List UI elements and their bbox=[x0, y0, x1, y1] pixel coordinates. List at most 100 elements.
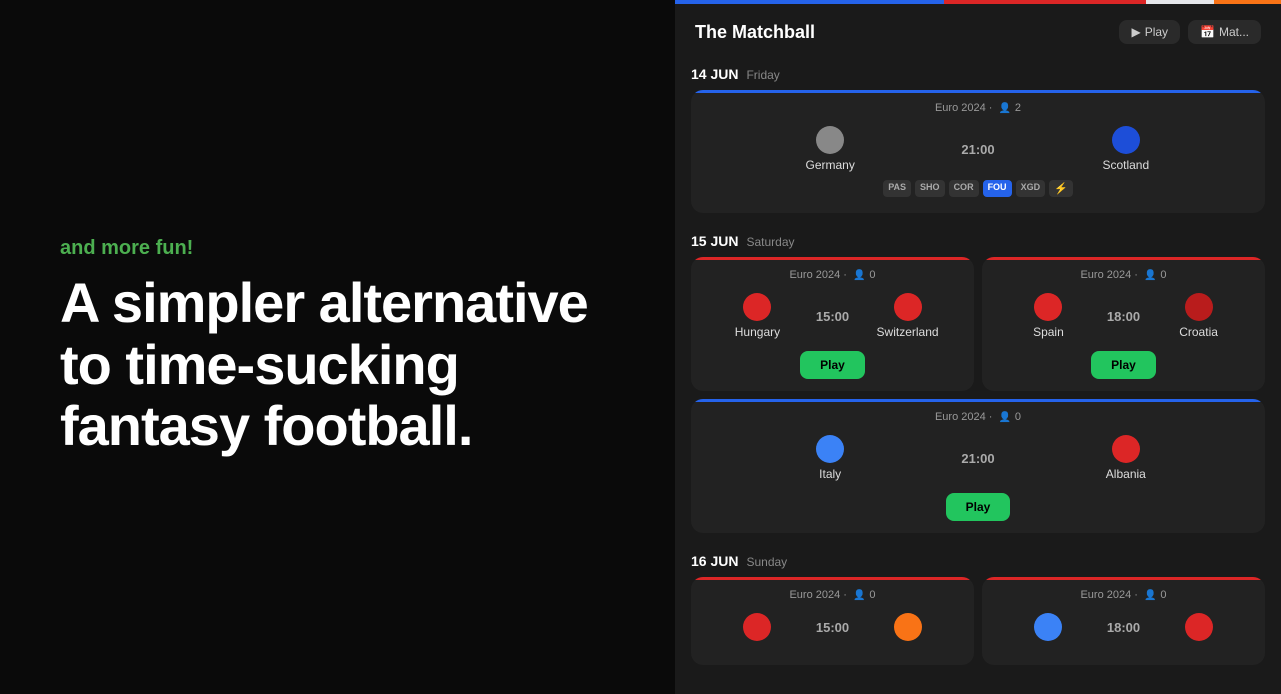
match-card-hungary-switzerland: Euro 2024 · 👤 0 Hungary 15:00 Switzerlan… bbox=[691, 257, 974, 391]
team-circle bbox=[743, 613, 771, 641]
participants-count: 0 bbox=[1160, 589, 1166, 601]
match-card-germany-scotland: Euro 2024 · 👤 2 Germany 21:00 Scotland bbox=[691, 90, 1265, 213]
match-card-16a: Euro 2024 · 👤 0 15:00 bbox=[691, 577, 974, 665]
tag-fou[interactable]: FOU bbox=[983, 180, 1012, 197]
play-nav-button[interactable]: ▶ Play bbox=[1119, 20, 1180, 44]
person-icon: 👤 bbox=[853, 270, 865, 281]
headline: A simpler alternative to time-sucking fa… bbox=[60, 272, 615, 457]
team-switzerland: Switzerland bbox=[857, 293, 958, 339]
play-button-italy-albania[interactable]: Play bbox=[946, 493, 1011, 521]
team-croatia-name: Croatia bbox=[1179, 325, 1218, 339]
participants: 👤 0 bbox=[998, 411, 1021, 423]
date-header-16jun: 16 JUN Sunday bbox=[691, 541, 1265, 577]
match-time: 15:00 bbox=[808, 309, 857, 324]
tagline: and more fun! bbox=[60, 237, 615, 260]
competition-name: Euro 2024 · bbox=[935, 411, 992, 423]
date-weekday: Sunday bbox=[746, 555, 787, 569]
tag-sho[interactable]: SHO bbox=[915, 180, 945, 197]
teams-row: Germany 21:00 Scotland bbox=[707, 126, 1249, 172]
team-circle bbox=[894, 613, 922, 641]
team-16a-2 bbox=[857, 613, 958, 641]
participants-count: 2 bbox=[1015, 102, 1021, 114]
team-16b-1 bbox=[998, 613, 1099, 641]
person-icon: 👤 bbox=[853, 590, 865, 601]
tag-xgd[interactable]: XGD bbox=[1016, 180, 1046, 197]
team-albania-circle bbox=[1112, 435, 1140, 463]
match-row-16jun: Euro 2024 · 👤 0 15:00 bbox=[691, 577, 1265, 665]
match-nav-label: Mat... bbox=[1219, 25, 1249, 39]
team-16b-2 bbox=[1148, 613, 1249, 641]
participants-count: 0 bbox=[1160, 269, 1166, 281]
team-germany: Germany bbox=[707, 126, 953, 172]
team-spain: Spain bbox=[998, 293, 1099, 339]
person-icon: 👤 bbox=[998, 412, 1010, 423]
participants-count: 0 bbox=[869, 589, 875, 601]
tag-cor[interactable]: COR bbox=[949, 180, 979, 197]
participants: 👤 0 bbox=[853, 589, 876, 601]
date-day: 14 JUN bbox=[691, 66, 738, 82]
match-row-14jun: Euro 2024 · 👤 2 Germany 21:00 Scotland bbox=[691, 90, 1265, 213]
tag-lightning[interactable]: ⚡ bbox=[1049, 180, 1073, 197]
teams-row: 15:00 bbox=[707, 613, 958, 641]
match-row-15jun-1: Euro 2024 · 👤 0 Hungary 15:00 Switzerlan… bbox=[691, 257, 1265, 391]
team-scotland-name: Scotland bbox=[1102, 158, 1149, 172]
competition-name: Euro 2024 · bbox=[789, 589, 846, 601]
teams-row: Spain 18:00 Croatia bbox=[998, 293, 1249, 339]
play-nav-label: Play bbox=[1145, 25, 1168, 39]
bar-blue bbox=[675, 0, 944, 4]
date-header-14jun: 14 JUN Friday bbox=[691, 54, 1265, 90]
participants: 👤 0 bbox=[853, 269, 876, 281]
play-button-spain-croatia[interactable]: Play bbox=[1091, 351, 1156, 379]
match-meta: Euro 2024 · 👤 0 bbox=[707, 269, 958, 281]
competition-name: Euro 2024 · bbox=[1080, 269, 1137, 281]
team-switzerland-circle bbox=[894, 293, 922, 321]
team-circle bbox=[1185, 613, 1213, 641]
top-color-bar bbox=[675, 0, 1281, 4]
date-day: 16 JUN bbox=[691, 553, 738, 569]
play-button-hungary-switzerland[interactable]: Play bbox=[800, 351, 865, 379]
person-icon: 👤 bbox=[1144, 270, 1156, 281]
team-germany-name: Germany bbox=[806, 158, 855, 172]
bar-red bbox=[944, 0, 1146, 4]
app-title: The Matchball bbox=[695, 22, 815, 43]
match-meta: Euro 2024 · 👤 0 bbox=[998, 589, 1249, 601]
teams-row: Italy 21:00 Albania bbox=[707, 435, 1249, 481]
match-meta: Euro 2024 · 👤 0 bbox=[707, 411, 1249, 423]
tags-row: PAS SHO COR FOU XGD ⚡ bbox=[707, 180, 1249, 197]
date-weekday: Friday bbox=[746, 68, 779, 82]
match-meta: Euro 2024 · 👤 0 bbox=[707, 589, 958, 601]
person-icon: 👤 bbox=[998, 103, 1010, 114]
team-hungary-name: Hungary bbox=[735, 325, 780, 339]
person-icon: 👤 bbox=[1144, 590, 1156, 601]
team-switzerland-name: Switzerland bbox=[877, 325, 939, 339]
competition-name: Euro 2024 · bbox=[789, 269, 846, 281]
match-time: 21:00 bbox=[953, 451, 1002, 466]
calendar-icon: 📅 bbox=[1200, 25, 1215, 39]
tag-pas[interactable]: PAS bbox=[883, 180, 911, 197]
participants: 👤 0 bbox=[1144, 589, 1167, 601]
match-row-15jun-2: Euro 2024 · 👤 0 Italy 21:00 Albania bbox=[691, 399, 1265, 533]
team-scotland: Scotland bbox=[1003, 126, 1249, 172]
team-16a-1 bbox=[707, 613, 808, 641]
match-meta: Euro 2024 · 👤 2 bbox=[707, 102, 1249, 114]
team-scotland-circle bbox=[1112, 126, 1140, 154]
match-meta: Euro 2024 · 👤 0 bbox=[998, 269, 1249, 281]
team-hungary-circle bbox=[743, 293, 771, 321]
bar-orange bbox=[1214, 0, 1281, 4]
match-nav-button[interactable]: 📅 Mat... bbox=[1188, 20, 1261, 44]
team-germany-circle bbox=[816, 126, 844, 154]
teams-row: Hungary 15:00 Switzerland bbox=[707, 293, 958, 339]
team-circle bbox=[1034, 613, 1062, 641]
match-time: 18:00 bbox=[1099, 620, 1148, 635]
teams-row: 18:00 bbox=[998, 613, 1249, 641]
team-spain-name: Spain bbox=[1033, 325, 1064, 339]
team-italy: Italy bbox=[707, 435, 953, 481]
match-time: 15:00 bbox=[808, 620, 857, 635]
match-time: 18:00 bbox=[1099, 309, 1148, 324]
match-card-italy-albania: Euro 2024 · 👤 0 Italy 21:00 Albania bbox=[691, 399, 1265, 533]
match-card-spain-croatia: Euro 2024 · 👤 0 Spain 18:00 Croatia bbox=[982, 257, 1265, 391]
team-spain-circle bbox=[1034, 293, 1062, 321]
matches-scroll[interactable]: 14 JUN Friday Euro 2024 · 👤 2 Germany bbox=[675, 54, 1281, 678]
team-albania: Albania bbox=[1003, 435, 1249, 481]
participants-count: 0 bbox=[1015, 411, 1021, 423]
